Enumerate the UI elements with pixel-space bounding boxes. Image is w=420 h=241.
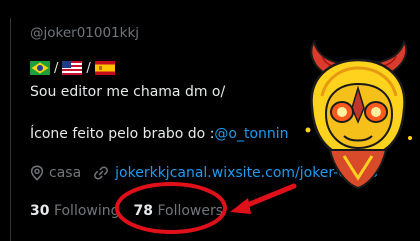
location-text: casa [49, 165, 82, 181]
usa-flag-icon [62, 61, 83, 75]
profile-handle: @joker01001kkj [30, 25, 140, 41]
following-link[interactable]: 30 Following [30, 203, 120, 219]
brazil-flag-icon [30, 61, 50, 75]
flag-row: / / [30, 60, 118, 76]
highlight-arrow-shaft [237, 183, 297, 211]
location-pin-icon [30, 165, 44, 181]
column-border [10, 18, 11, 241]
follow-stats: 30 Following 78 Followers [30, 203, 223, 219]
highlight-arrow-head [230, 198, 251, 214]
followers-label: Followers [157, 203, 224, 219]
following-count: 30 [30, 203, 50, 219]
bio-credit: Ícone feito pelo brabo do :@o_tonnin [30, 126, 289, 142]
bio-text: Sou editor me chama dm o/ [30, 84, 226, 100]
following-label: Following [53, 203, 120, 219]
followers-count: 78 [133, 203, 153, 219]
bio-credit-prefix: Ícone feito pelo brabo do : [30, 126, 215, 142]
followers-link[interactable]: 78 Followers [134, 203, 224, 219]
flag-separator: / [86, 60, 91, 76]
flag-separator: / [54, 60, 59, 76]
avatar [305, 39, 412, 190]
link-icon [93, 165, 109, 181]
spain-flag-icon [94, 61, 115, 75]
mention-link[interactable]: @o_tonnin [214, 126, 288, 142]
